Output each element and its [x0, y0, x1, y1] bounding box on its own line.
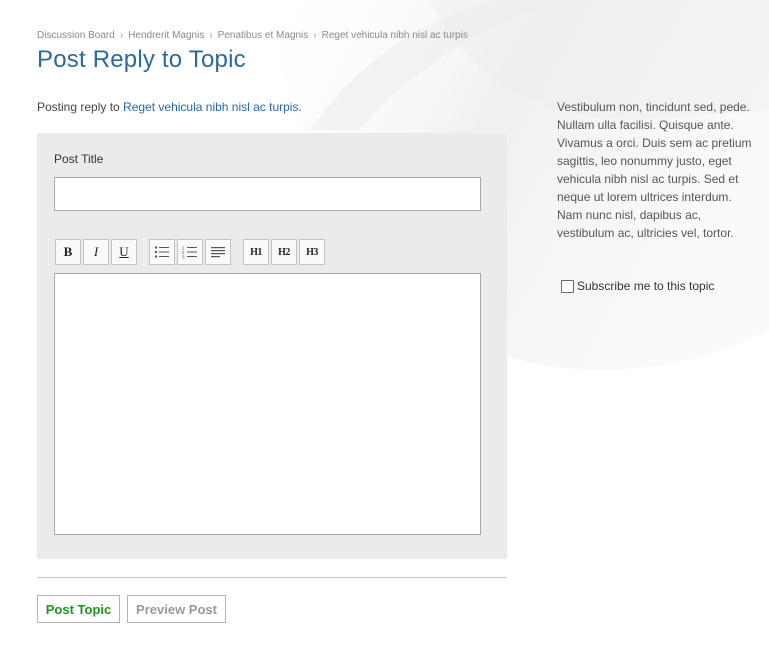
reply-intro-prefix: Posting reply to [37, 100, 124, 114]
italic-button[interactable]: I [83, 239, 109, 265]
bold-button[interactable]: B [55, 239, 81, 265]
ordered-list-button[interactable]: 1 2 3 [177, 239, 203, 265]
reply-intro: Posting reply to Reget vehicula nibh nis… [37, 100, 302, 114]
unordered-list-button[interactable] [149, 239, 175, 265]
post-body-textarea[interactable] [54, 273, 481, 535]
reply-form-panel: Post Title B I U 1 2 3 H1 H2 H3 [37, 133, 507, 559]
reply-intro-suffix: . [298, 100, 302, 114]
numbered-list-icon: 1 2 3 [182, 246, 197, 260]
align-left-icon [211, 247, 225, 258]
post-title-label: Post Title [54, 152, 104, 166]
breadcrumb-item-hendrerit-magnis[interactable]: Hendrerit Magnis [128, 30, 204, 41]
breadcrumb-separator: › [119, 30, 124, 41]
subscribe-label: Subscribe me to this topic [577, 279, 715, 293]
align-button[interactable] [205, 239, 231, 265]
underline-button[interactable]: U [111, 239, 137, 265]
breadcrumb-item-penatibus-et-magnis[interactable]: Penatibus et Magnis [218, 30, 309, 41]
subscribe-option[interactable]: Subscribe me to this topic [561, 279, 714, 293]
breadcrumb-item-discussion-board[interactable]: Discussion Board [37, 30, 115, 41]
topic-link[interactable]: Reget vehicula nibh nisl ac turpis [123, 100, 298, 114]
svg-text:3: 3 [182, 255, 185, 260]
preview-post-button[interactable]: Preview Post [127, 595, 226, 623]
breadcrumb-separator: › [209, 30, 213, 41]
form-divider [37, 577, 507, 578]
editor-toolbar: B I U 1 2 3 H1 H2 H3 [55, 239, 327, 265]
breadcrumb: Discussion Board › Hendrerit Magnis › Penati… [37, 30, 468, 41]
heading-3-button[interactable]: H3 [299, 239, 325, 265]
sidebar-description: Vestibulum non, tincidunt sed, pede. Nul… [557, 100, 752, 240]
breadcrumb-item-current-topic[interactable]: Reget vehicula nibh nisl ac turpis [322, 30, 468, 41]
page-title: Post Reply to Topic [37, 46, 246, 73]
post-title-input[interactable] [54, 177, 481, 211]
bullet-list-icon [154, 246, 169, 258]
post-topic-button[interactable]: Post Topic [37, 595, 120, 623]
breadcrumb-separator: › [313, 30, 317, 41]
heading-2-button[interactable]: H2 [271, 239, 297, 265]
subscribe-checkbox[interactable] [561, 279, 574, 293]
heading-1-button[interactable]: H1 [243, 239, 269, 265]
